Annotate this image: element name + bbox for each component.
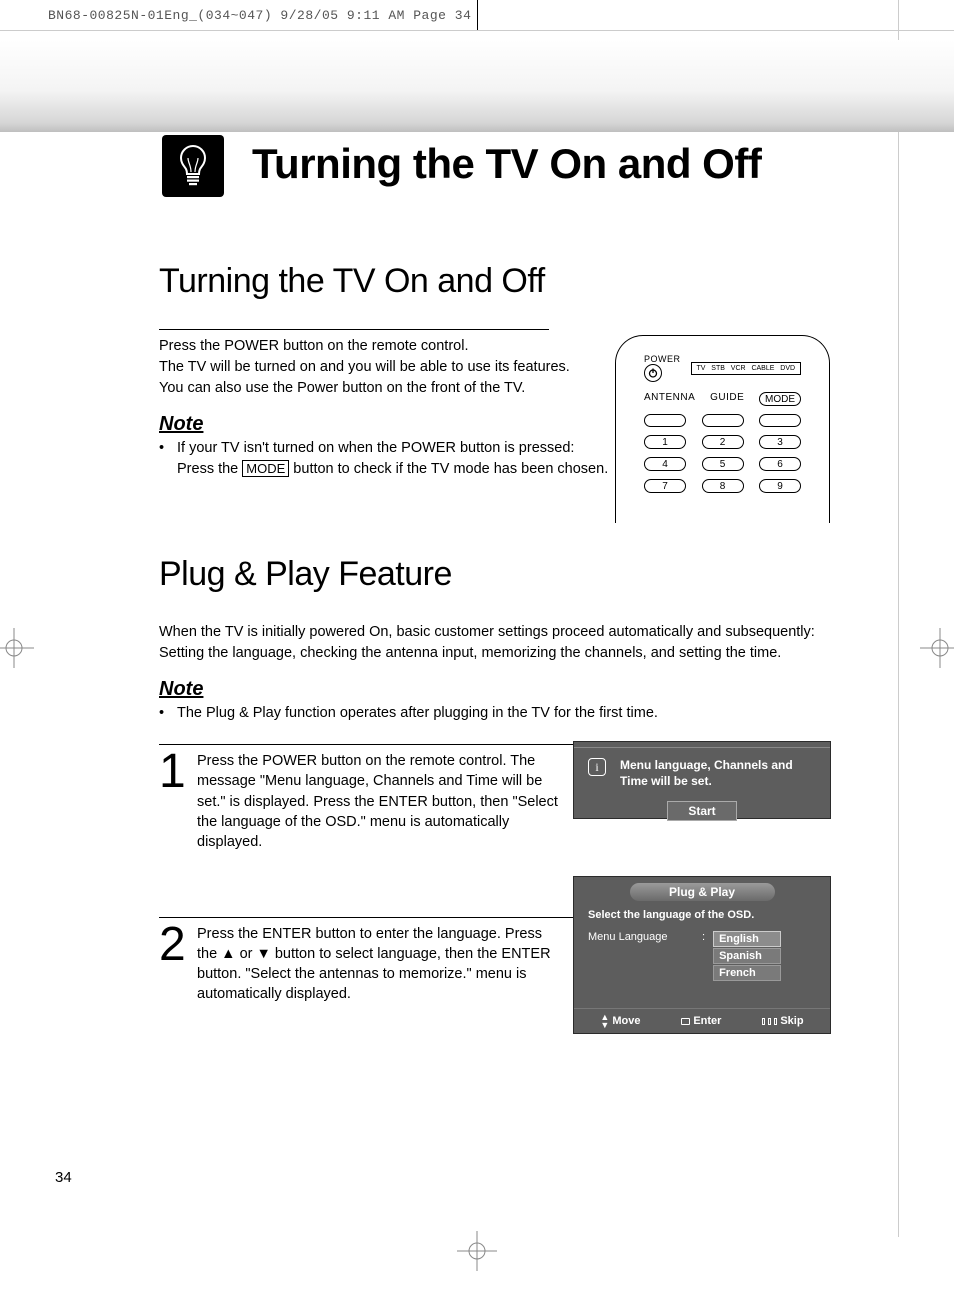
mode-stb: STB	[711, 365, 725, 372]
step-number: 2	[159, 924, 189, 1005]
colon: :	[702, 931, 705, 943]
registration-mark-left-icon	[0, 628, 34, 668]
guide-button	[702, 414, 744, 427]
page-number: 34	[55, 1169, 72, 1186]
mode-vcr: VCR	[731, 365, 746, 372]
hint-skip: Skip	[762, 1013, 803, 1029]
osd-start-dialog: i Menu language, Channels and Time will …	[573, 741, 831, 819]
mode-inline-box: MODE	[242, 460, 289, 477]
mode-cable: CABLE	[751, 365, 774, 372]
crop-mark-top-v	[477, 0, 478, 30]
hint-enter: Enter	[681, 1013, 721, 1029]
osd-start-button: Start	[667, 801, 736, 821]
num-5: 5	[702, 457, 744, 471]
mode-button	[759, 414, 801, 427]
power-icon	[644, 364, 662, 382]
registration-mark-bottom-icon	[457, 1231, 497, 1271]
num-7: 7	[644, 479, 686, 493]
remote-diagram: POWER TV STB VCR CABLE DVD ANTENNA GUIDE…	[615, 335, 830, 523]
antenna-button	[644, 414, 686, 427]
guide-label: GUIDE	[710, 392, 744, 406]
num-9: 9	[759, 479, 801, 493]
mode-dvd: DVD	[780, 365, 795, 372]
osd-language-dialog: Plug & Play Select the language of the O…	[573, 876, 831, 1034]
num-8: 8	[702, 479, 744, 493]
step-text: Press the POWER button on the remote con…	[197, 751, 562, 852]
num-1: 1	[644, 435, 686, 449]
num-2: 2	[702, 435, 744, 449]
main-title: Turning the TV On and Off	[252, 140, 761, 188]
note-heading: Note	[159, 678, 829, 701]
rule	[159, 329, 549, 330]
step-number: 1	[159, 751, 189, 852]
section1-heading: Turning the TV On and Off	[159, 262, 829, 301]
mode-label-pill: MODE	[759, 392, 801, 406]
note-line: Press the	[177, 461, 242, 477]
info-icon: i	[588, 758, 606, 776]
osd-footer: ▲▼Move Enter Skip	[574, 1008, 830, 1033]
section2-heading: Plug & Play Feature	[159, 555, 829, 594]
step-text: Press the ENTER button to enter the lang…	[197, 924, 562, 1005]
note-line: button to check if the TV mode has been …	[289, 461, 608, 477]
lightbulb-icon	[162, 135, 224, 197]
registration-mark-right-icon	[920, 628, 954, 668]
menu-language-label: Menu Language	[588, 931, 694, 943]
page-border-right	[898, 0, 899, 1237]
power-label: POWER	[644, 354, 681, 364]
lang-option-spanish: Spanish	[713, 948, 781, 964]
num-3: 3	[759, 435, 801, 449]
mode-tv: TV	[696, 365, 705, 372]
note-bullet: • The Plug & Play function operates afte…	[159, 703, 829, 724]
antenna-label: ANTENNA	[644, 392, 695, 406]
osd-subtitle: Select the language of the OSD.	[574, 901, 830, 929]
lang-option-french: French	[713, 965, 781, 981]
body-line: When the TV is initially powered On, bas…	[159, 622, 829, 643]
note-text: The Plug & Play function operates after …	[177, 703, 658, 724]
print-slug: BN68-00825N-01Eng_(034~047) 9/28/05 9:11…	[48, 8, 471, 23]
lang-option-english: English	[713, 931, 781, 947]
num-4: 4	[644, 457, 686, 471]
hint-move: ▲▼Move	[600, 1013, 640, 1029]
top-banner	[0, 40, 954, 132]
num-6: 6	[759, 457, 801, 471]
osd-title: Plug & Play	[630, 883, 775, 901]
crop-mark-top-h	[0, 30, 954, 31]
body-line: Setting the language, checking the anten…	[159, 643, 829, 664]
note-line: If your TV isn't turned on when the POWE…	[177, 440, 574, 456]
osd-message: Menu language, Channels and Time will be…	[620, 758, 816, 789]
language-list: English Spanish French	[713, 931, 781, 982]
mode-indicator-strip: TV STB VCR CABLE DVD	[691, 362, 801, 375]
